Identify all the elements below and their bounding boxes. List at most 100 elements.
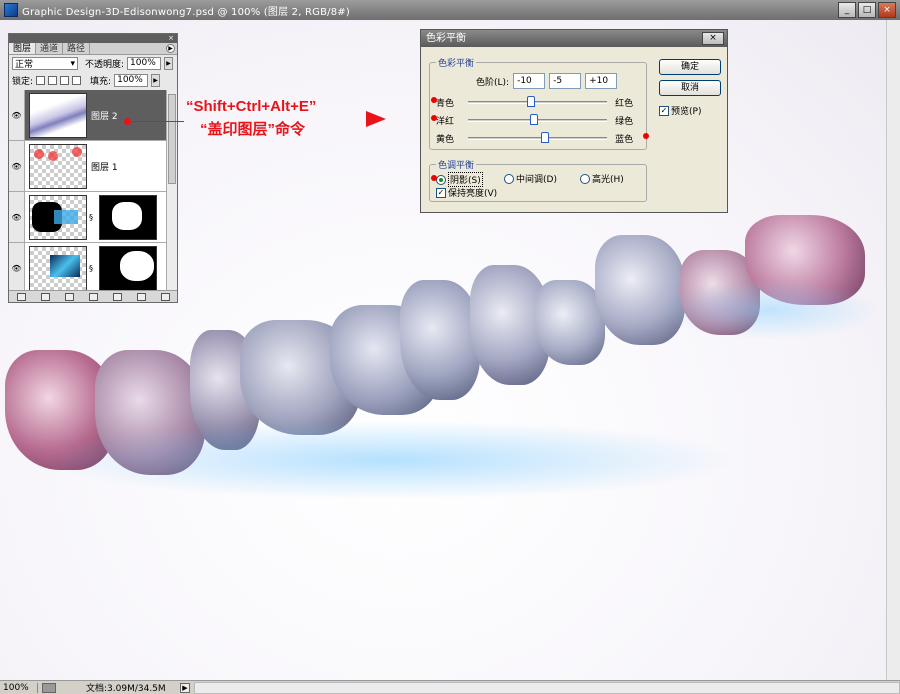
radio-midtones[interactable]: [504, 173, 514, 184]
opacity-label: 不透明度:: [85, 60, 125, 70]
layer-mask-thumbnail[interactable]: [99, 246, 157, 291]
layer-name: 图层 2: [91, 111, 118, 122]
panel-menu-icon[interactable]: ▶: [166, 44, 175, 53]
preview-option[interactable]: ✓ 预览(P): [659, 104, 701, 117]
link-icon[interactable]: §: [89, 213, 97, 222]
scroll-thumb[interactable]: [168, 94, 176, 184]
tone-option-midtones[interactable]: 中间调(D): [504, 172, 557, 185]
link-icon[interactable]: §: [89, 264, 97, 273]
chevron-down-icon: ▾: [70, 58, 75, 69]
layer-row[interactable]: 👁 §: [9, 192, 166, 243]
slider-track[interactable]: [468, 95, 608, 107]
annotation-line: [128, 121, 184, 122]
eye-icon[interactable]: 👁: [9, 243, 25, 294]
slider-left-label: 黄色: [436, 134, 455, 145]
eye-icon[interactable]: 👁: [9, 90, 25, 140]
cancel-button[interactable]: 取消: [659, 80, 721, 96]
layer-mask-thumbnail[interactable]: [99, 194, 157, 240]
status-menu-arrow[interactable]: ▶: [180, 682, 190, 693]
layers-panel-header[interactable]: ×: [9, 34, 177, 43]
preview-checkbox[interactable]: ✓: [659, 105, 669, 116]
minimize-button[interactable]: _: [838, 2, 856, 18]
slider-right-label: 蓝色: [615, 134, 634, 145]
blend-mode-value: 正常: [15, 60, 34, 70]
dialog-close-button[interactable]: ×: [702, 32, 724, 45]
layer-row[interactable]: 👁 §: [9, 243, 166, 294]
horizontal-scrollbar[interactable]: [194, 681, 900, 694]
lock-transparency-icon[interactable]: [36, 76, 46, 85]
status-bar: 100% 文档:3.09M/34.5M ▶: [0, 680, 900, 694]
layer-name: 图层 1: [91, 162, 118, 173]
slider-yellow-blue: 黄色 蓝色: [436, 131, 636, 145]
window-controls: _ □ ×: [838, 2, 896, 18]
preview-label: 预览(P): [671, 107, 702, 117]
opacity-arrow-icon[interactable]: ▶: [164, 57, 174, 70]
slider-track[interactable]: [468, 131, 608, 143]
layer-row[interactable]: 👁 图层 1: [9, 141, 166, 192]
tone-option-highlights[interactable]: 高光(H): [580, 172, 624, 185]
eye-icon[interactable]: 👁: [9, 141, 25, 191]
layer-thumbnail: [29, 246, 87, 291]
zoom-level[interactable]: 100%: [0, 682, 38, 693]
fill-label: 填充:: [90, 77, 112, 87]
slider-magenta-green: 洋红 绿色: [436, 113, 636, 127]
radio-highlights[interactable]: [580, 173, 590, 184]
window-titlebar: Graphic Design-3D-Edisonwong7.psd @ 100%…: [0, 0, 900, 20]
layers-panel-tabs: 图层 通道 路径 ▶: [9, 43, 177, 55]
level-input-cyan-red[interactable]: -10: [513, 73, 546, 89]
color-balance-dialog: 色彩平衡 × 色彩平衡 色阶(L): -10 -5 +10 青色 红色 洋红 绿…: [420, 29, 728, 213]
slider-knob[interactable]: [526, 95, 535, 107]
maximize-button[interactable]: □: [858, 2, 876, 18]
lock-all-icon[interactable]: [72, 76, 82, 85]
new-group-icon[interactable]: [112, 292, 122, 301]
lock-brush-icon[interactable]: [48, 76, 58, 85]
radio-shadows[interactable]: [436, 174, 446, 185]
annotation-command: “盖印图层”命令: [200, 121, 306, 138]
tone-balance-group-label: 色调平衡: [436, 158, 477, 171]
slider-knob[interactable]: [530, 113, 539, 125]
trash-icon[interactable]: [160, 292, 170, 301]
layer-row[interactable]: 👁 图层 2: [9, 90, 166, 141]
add-mask-icon[interactable]: [64, 292, 74, 301]
dialog-titlebar[interactable]: 色彩平衡 ×: [421, 30, 727, 47]
close-panel-icon[interactable]: ×: [168, 34, 174, 43]
tone-option-shadows[interactable]: 阴影(S): [436, 172, 483, 187]
adjustment-layer-icon[interactable]: [88, 292, 98, 301]
tab-channels[interactable]: 通道: [36, 43, 64, 54]
tone-label: 中间调(D): [516, 175, 557, 185]
fill-arrow-icon[interactable]: ▶: [151, 74, 161, 87]
tone-label: 高光(H): [592, 175, 624, 185]
tone-balance-group: 色调平衡 阴影(S) 中间调(D) 高光(H) ✓ 保持亮度(V): [429, 158, 647, 202]
marker-dot: [431, 97, 437, 103]
preserve-luminosity-checkbox[interactable]: ✓: [436, 187, 446, 198]
preserve-luminosity-label: 保持亮度(V): [448, 189, 498, 199]
levels-label: 色阶(L):: [476, 77, 510, 88]
lock-label: 锁定:: [12, 77, 34, 87]
close-window-button[interactable]: ×: [878, 2, 896, 18]
fill-input[interactable]: 100%: [114, 74, 149, 87]
slider-right-label: 绿色: [615, 116, 634, 127]
link-layers-icon[interactable]: [16, 292, 26, 301]
dialog-title: 色彩平衡: [426, 33, 466, 44]
ok-button[interactable]: 确定: [659, 59, 721, 75]
preserve-luminosity[interactable]: ✓ 保持亮度(V): [436, 186, 497, 199]
blend-row: 正常 ▾ 不透明度: 100% ▶: [9, 55, 177, 72]
blend-mode-select[interactable]: 正常 ▾: [12, 57, 78, 70]
tab-layers[interactable]: 图层: [9, 43, 37, 54]
annotation-shortcut: “Shift+Ctrl+Alt+E”: [186, 98, 317, 115]
layer-style-icon[interactable]: [40, 292, 50, 301]
lock-move-icon[interactable]: [60, 76, 70, 85]
tone-label: 阴影(S): [448, 172, 483, 187]
opacity-input[interactable]: 100%: [127, 57, 162, 70]
tab-paths[interactable]: 路径: [63, 43, 91, 54]
slider-knob[interactable]: [540, 131, 549, 143]
navigator-icon[interactable]: [42, 682, 56, 693]
vertical-scrollbar[interactable]: [886, 20, 900, 680]
lock-row: 锁定: 填充: 100% ▶: [9, 72, 177, 89]
eye-icon[interactable]: 👁: [9, 192, 25, 242]
layers-panel: × 图层 通道 路径 ▶ 正常 ▾ 不透明度: 100% ▶ 锁定: 填充: 1…: [8, 33, 178, 303]
slider-track[interactable]: [468, 113, 608, 125]
level-input-magenta-green[interactable]: -5: [549, 73, 582, 89]
level-input-yellow-blue[interactable]: +10: [585, 73, 618, 89]
new-layer-icon[interactable]: [136, 292, 146, 301]
